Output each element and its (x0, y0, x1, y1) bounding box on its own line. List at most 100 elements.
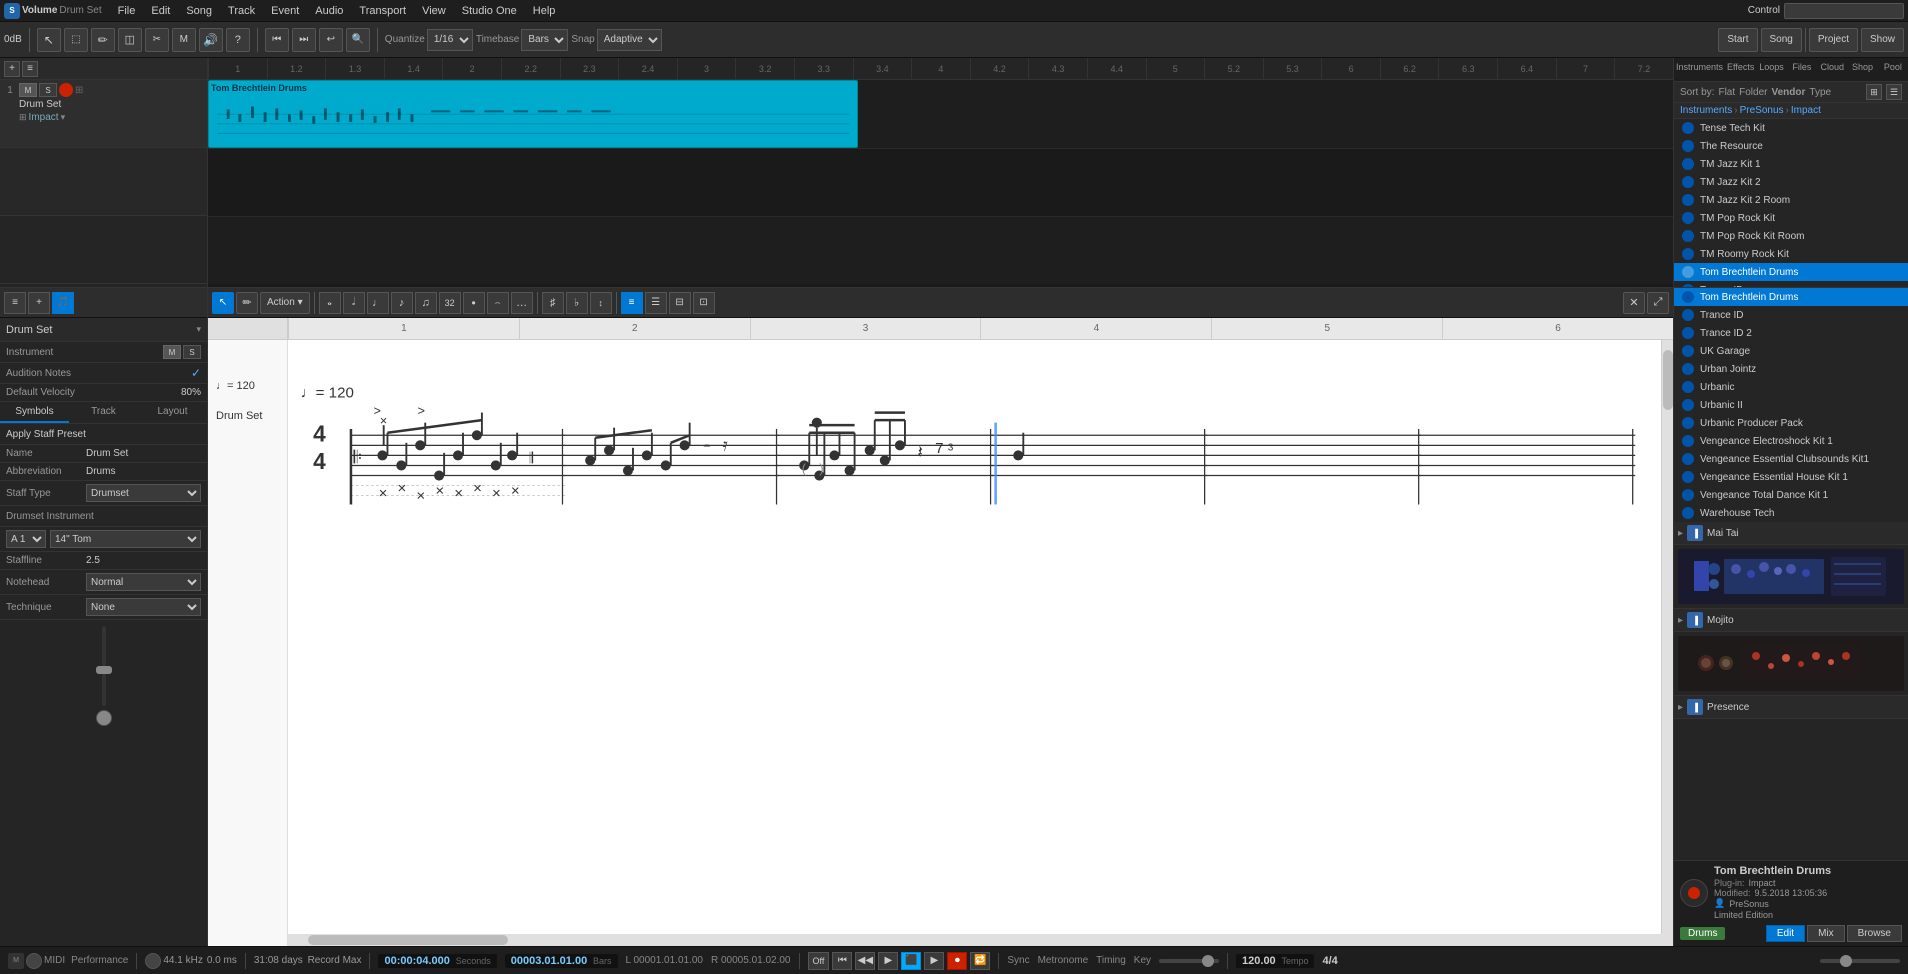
track-s-btn[interactable]: S (39, 83, 57, 97)
score-tool-2[interactable]: + (28, 292, 50, 314)
close-editor-btn[interactable]: ✕ (1623, 292, 1645, 314)
browser-item-tm-pop-rock-kit[interactable]: TM Pop Rock Kit (1674, 209, 1908, 227)
rewind-btn[interactable]: ⏮ (265, 28, 289, 52)
zoom-btn[interactable]: 🔍 (346, 28, 370, 52)
browser-item2-warehouse-tech[interactable]: Warehouse Tech (1674, 504, 1908, 522)
eraser-tool-btn[interactable]: ◫ (118, 28, 142, 52)
snap-select[interactable]: Adaptive (597, 29, 662, 51)
browser-item-tm-jazz-kit-1[interactable]: TM Jazz Kit 1 (1674, 155, 1908, 173)
track-instrument-arrow[interactable]: ▾ (61, 112, 66, 123)
mai-tai-section[interactable]: ▸ ▐ Mai Tai (1674, 522, 1908, 545)
sort-type[interactable]: Type (1809, 87, 1831, 98)
instrument-s-btn[interactable]: S (183, 345, 201, 359)
browser-item2-trance-id[interactable]: Trance ID (1674, 306, 1908, 324)
browser-item2-vengeance-electroshock-kit-1[interactable]: Vengeance Electroshock Kit 1 (1674, 432, 1908, 450)
default-velocity-val[interactable]: 80% (181, 387, 201, 398)
browser-item2-vengeance-essential-clubsounds-kit1[interactable]: Vengeance Essential Clubsounds Kit1 (1674, 450, 1908, 468)
breadcrumb-instruments[interactable]: Instruments (1680, 105, 1732, 116)
browser-item2-vengeance-total-dance-kit-1[interactable]: Vengeance Total Dance Kit 1 (1674, 486, 1908, 504)
tab-symbols[interactable]: Symbols (0, 402, 69, 423)
time-display[interactable]: 00:00:04.000 Seconds (378, 954, 496, 968)
a1-select[interactable]: A 1 (6, 530, 46, 548)
browser-item-trance-id[interactable]: Trance ID (1674, 281, 1908, 287)
note-dot[interactable]: • (463, 292, 485, 314)
position-display[interactable]: 00003.01.01.00 Bars (505, 954, 618, 968)
expand-editor-btn[interactable]: ⤢ (1647, 292, 1669, 314)
browser-tab-shop[interactable]: Shop (1847, 58, 1877, 81)
score-action-btn[interactable]: Action ▾ (260, 292, 310, 314)
menu-item-file[interactable]: File (110, 3, 144, 19)
browser-item2-trance-id-2[interactable]: Trance ID 2 (1674, 324, 1908, 342)
slider-thumb[interactable] (96, 666, 112, 674)
accidental-down[interactable]: ♭ (566, 292, 588, 314)
track-record-btn[interactable] (59, 83, 73, 97)
track-m-btn[interactable]: M (19, 83, 37, 97)
split-tool-btn[interactable]: ✂ (145, 28, 169, 52)
track-menu-btn[interactable]: ≡ (22, 61, 38, 77)
note-tie[interactable]: ⌢ (487, 292, 509, 314)
note-quarter[interactable]: ♩ (367, 292, 389, 314)
staffline-val[interactable]: 2.5 (86, 555, 100, 566)
mix-btn[interactable]: Mix (1807, 925, 1845, 942)
mute-tool-btn[interactable]: M (172, 28, 196, 52)
tab-layout[interactable]: Layout (138, 402, 207, 423)
sync-btn[interactable]: Off (808, 952, 830, 970)
note-32nd[interactable]: 32 (439, 292, 461, 314)
prev-btn[interactable]: ⏮ (832, 952, 852, 970)
notehead-select[interactable]: Normal (86, 573, 201, 591)
record-btn[interactable]: ⏺ (947, 952, 967, 970)
note-whole[interactable]: 𝅝 (319, 292, 341, 314)
note-eighth[interactable]: ♪ (391, 292, 413, 314)
breadcrumb-presonus[interactable]: PreSonus (1740, 105, 1784, 116)
view-toggle-2[interactable]: ☰ (1886, 84, 1902, 100)
browser-item-tm-jazz-kit-2[interactable]: TM Jazz Kit 2 (1674, 173, 1908, 191)
mojito-section[interactable]: ▸ ▐ Mojito (1674, 609, 1908, 632)
instrument-m-btn[interactable]: M (163, 345, 181, 359)
score-content[interactable]: ♩= 120 Drum Set ♩= 120 4 4 (208, 340, 1673, 946)
sample-rate-knob[interactable] (145, 953, 161, 969)
browser-item2-urbanic[interactable]: Urbanic (1674, 378, 1908, 396)
menu-item-view[interactable]: View (414, 3, 454, 19)
browser-tab-loops[interactable]: Loops (1756, 58, 1786, 81)
browse-btn[interactable]: Browse (1847, 925, 1902, 942)
abbreviation-val[interactable]: Drums (86, 466, 201, 477)
browser-tab-cloud[interactable]: Cloud (1817, 58, 1847, 81)
browser-item2-uk-garage[interactable]: UK Garage (1674, 342, 1908, 360)
browser-item2-urban-jointz[interactable]: Urban Jointz (1674, 360, 1908, 378)
tempo-display[interactable]: 120.00 Tempo (1236, 954, 1314, 968)
browser-item-tense-tech-kit[interactable]: Tense Tech Kit (1674, 119, 1908, 137)
menu-item-event[interactable]: Event (263, 3, 307, 19)
track-row-1[interactable]: 1 M S ⊞ Drum Set ⊞ Impact ▾ (0, 80, 207, 148)
timebase-select[interactable]: Bars (521, 29, 568, 51)
browser-item-tom-brechtlein-drums[interactable]: Tom Brechtlein Drums (1674, 263, 1908, 281)
slider-knob[interactable] (96, 710, 112, 726)
browser-item2-vengeance-essential-house-kit-1[interactable]: Vengeance Essential House Kit 1 (1674, 468, 1908, 486)
accidental-up[interactable]: ♯ (542, 292, 564, 314)
edit-btn[interactable]: Edit (1766, 925, 1805, 942)
menu-item-help[interactable]: Help (525, 3, 564, 19)
stop-btn[interactable]: ⬛ (901, 952, 921, 970)
song-btn[interactable]: Song (1761, 28, 1802, 52)
browser-item2-urbanic-producer-pack[interactable]: Urbanic Producer Pack (1674, 414, 1908, 432)
browser-item-the-resource[interactable]: The Resource (1674, 137, 1908, 155)
v-scrollbar[interactable] (1661, 340, 1673, 934)
score-select-btn[interactable]: ↖ (212, 292, 234, 314)
loop-btn[interactable]: ↩ (319, 28, 343, 52)
note-half[interactable]: 𝅗𝅥 (343, 292, 365, 314)
h-scrollbar[interactable] (288, 934, 1673, 946)
menu-item-song[interactable]: Song (178, 3, 220, 19)
staff-type-select[interactable]: Drumset (86, 484, 201, 502)
track-clip-1[interactable]: Tom Brechtlein Drums (208, 80, 858, 148)
technique-select[interactable]: None (86, 598, 201, 616)
view-score[interactable]: ≡ (621, 292, 643, 314)
drum-set-arrow[interactable]: ▾ (196, 324, 201, 335)
sort-flat[interactable]: Flat (1718, 87, 1735, 98)
project-btn[interactable]: Project (1809, 28, 1858, 52)
view-toggle-1[interactable]: ⊞ (1866, 84, 1882, 100)
range-tool-btn[interactable]: ⬚ (64, 28, 88, 52)
track-instrument-name[interactable]: Impact (29, 112, 59, 123)
menu-item-track[interactable]: Track (220, 3, 263, 19)
tab-track[interactable]: Track (69, 402, 138, 423)
menu-item-transport[interactable]: Transport (351, 3, 414, 19)
audition-notes-check[interactable]: ✓ (191, 366, 201, 380)
